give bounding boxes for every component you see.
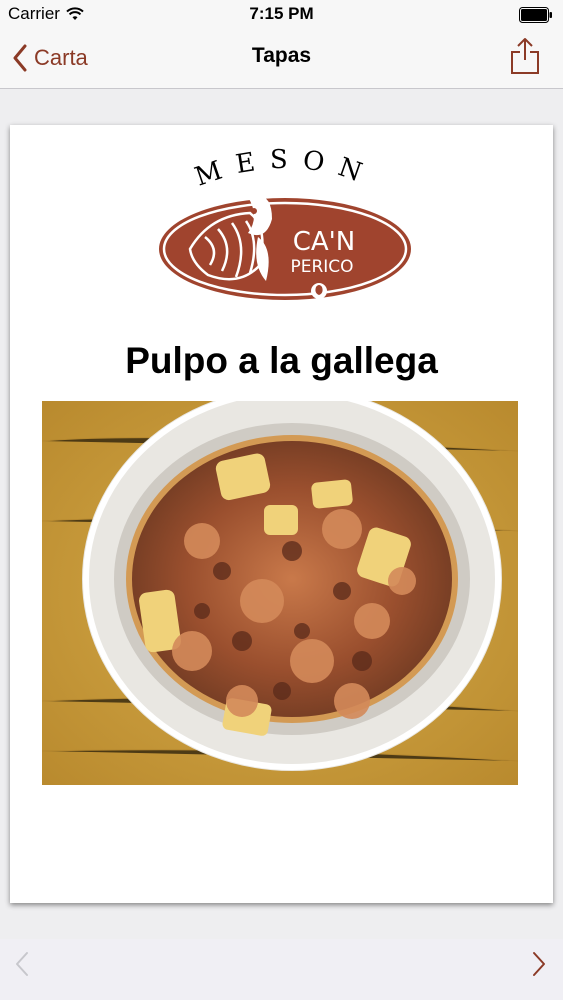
dish-title: Pulpo a la gallega bbox=[125, 340, 438, 381]
chevron-right-icon[interactable] bbox=[527, 949, 551, 979]
bottom-toolbar bbox=[0, 939, 563, 1000]
share-icon[interactable] bbox=[507, 36, 543, 76]
dish-photo bbox=[42, 401, 518, 785]
navigation-bar: Carta Tapas bbox=[0, 30, 563, 89]
page-title: Tapas bbox=[251, 44, 312, 67]
menu-page: MESON CA'N PERICO Pulpo a la gallega bbox=[10, 125, 553, 903]
logo-name-line1: CA'N bbox=[293, 227, 356, 257]
battery-icon bbox=[519, 7, 552, 23]
restaurant-logo: MESON CA'N PERICO bbox=[159, 145, 411, 300]
status-time: 7:15 PM bbox=[249, 4, 314, 23]
chevron-left-icon[interactable] bbox=[10, 949, 34, 979]
logo-name-line2: PERICO bbox=[290, 257, 353, 277]
svg-text:MESON: MESON bbox=[191, 145, 379, 193]
logo-meson-text: MESON bbox=[191, 145, 365, 193]
status-bar: Carrier 7:15 PM bbox=[0, 0, 563, 30]
page-viewer[interactable]: MESON CA'N PERICO Pulpo a la gallega bbox=[0, 89, 563, 939]
